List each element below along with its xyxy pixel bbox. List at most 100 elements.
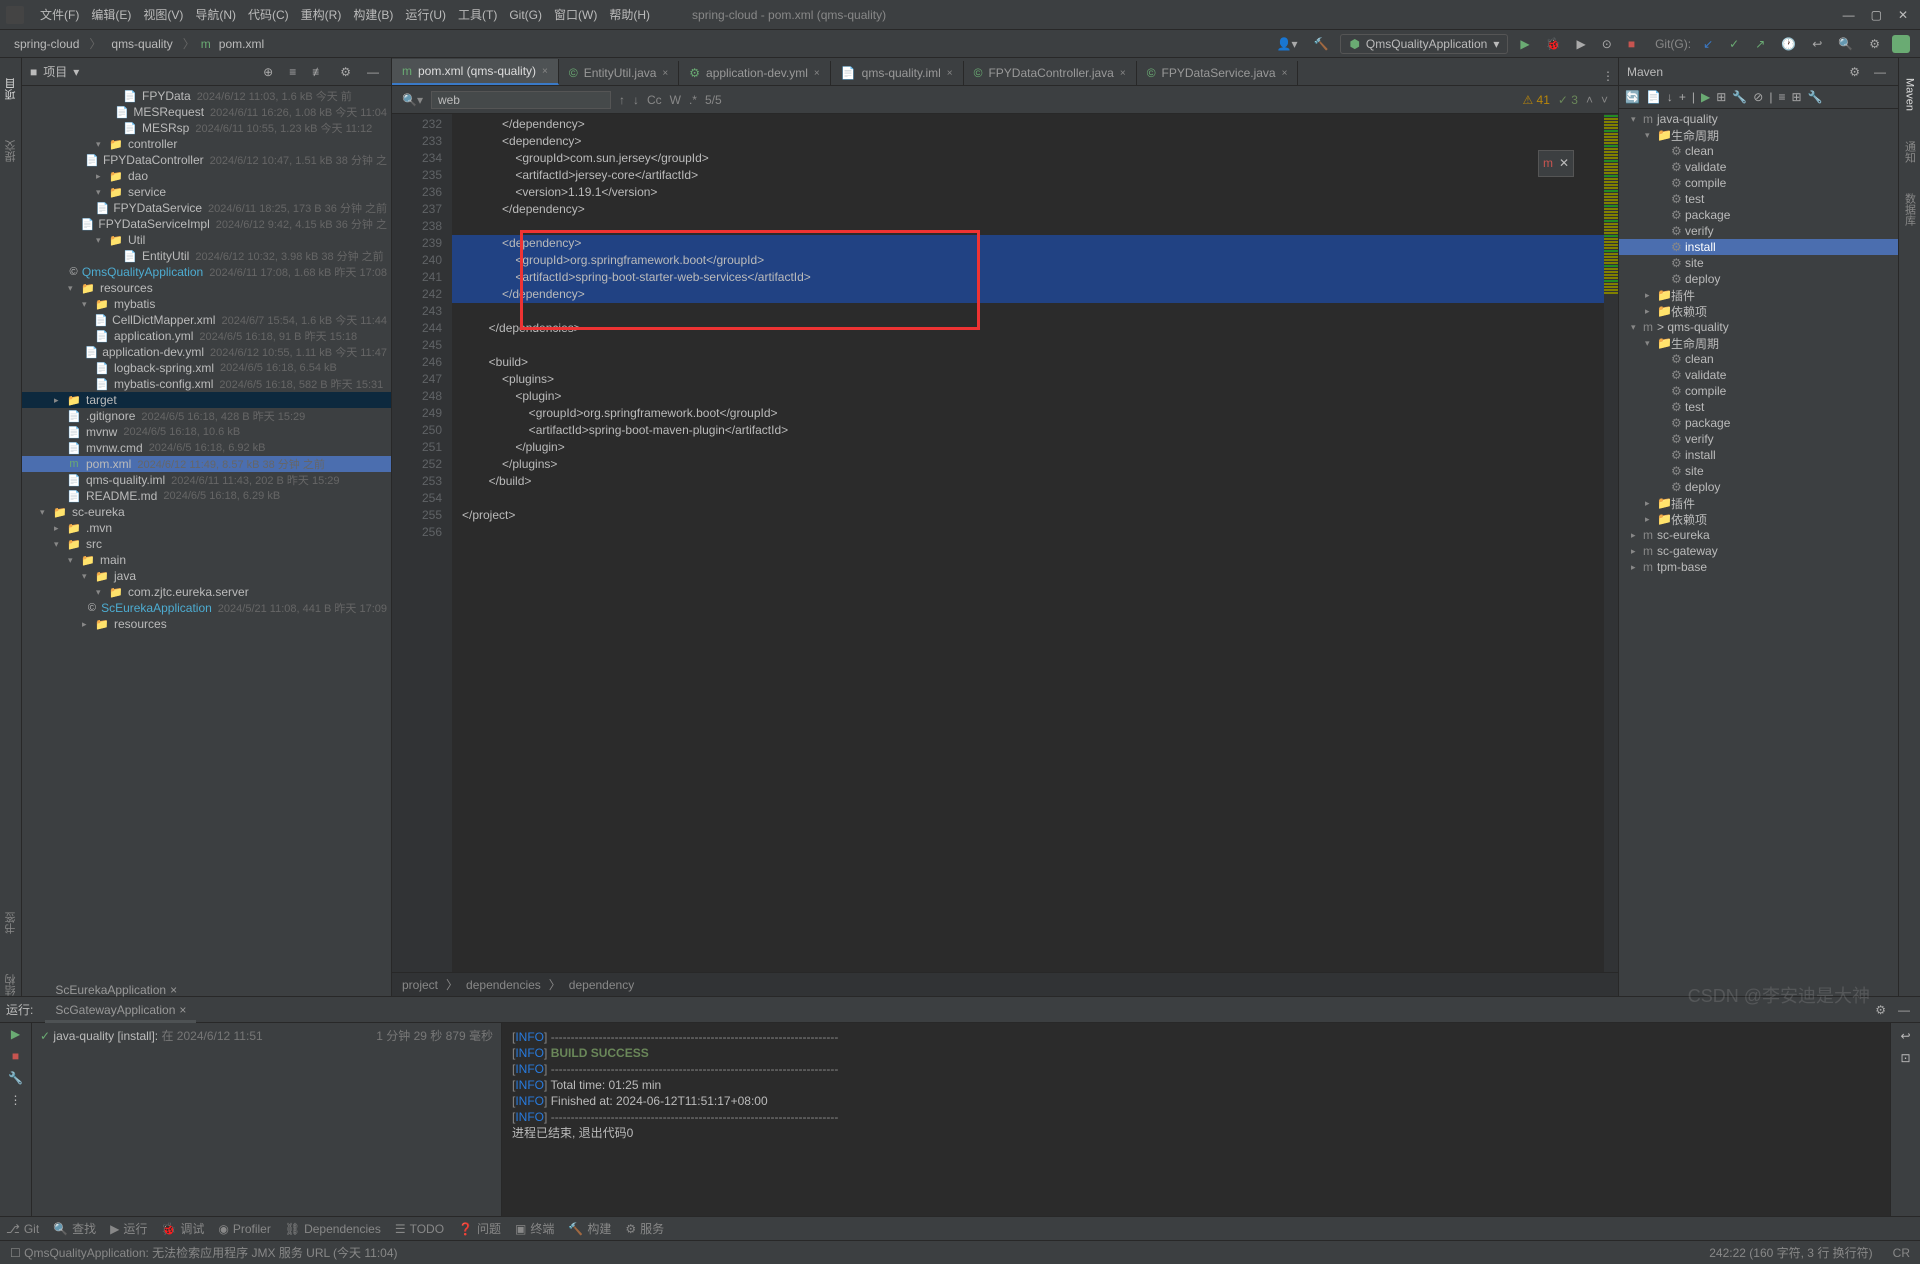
bottom-tool-运行[interactable]: ▶ 运行: [110, 1220, 147, 1237]
git-push-icon[interactable]: ↗: [1751, 35, 1769, 53]
tree-item[interactable]: 📄 FPYData 2024/6/12 11:03, 1.6 kB 今天 前: [22, 88, 391, 104]
tree-item[interactable]: ▾ 📁 resources: [22, 280, 391, 296]
tree-item[interactable]: 📄 mvnw.cmd 2024/6/5 16:18, 6.92 kB: [22, 440, 391, 456]
tree-item[interactable]: 📄 application-dev.yml 2024/6/12 10:55, 1…: [22, 344, 391, 360]
maven-tree[interactable]: ▾ m java-quality ▾ 📁 生命周期 ⚙ clean ⚙ vali…: [1619, 109, 1898, 996]
close-icon[interactable]: ×: [1120, 68, 1126, 79]
bottom-tool-调试[interactable]: 🐞 调试: [161, 1220, 204, 1237]
maven-item[interactable]: ▾ 📁 生命周期: [1619, 335, 1898, 351]
run-icon[interactable]: ▶: [1701, 90, 1710, 104]
menu-item[interactable]: 视图(V): [137, 6, 189, 24]
maven-item[interactable]: ⚙ validate: [1619, 159, 1898, 175]
cursor-position[interactable]: 242:22 (160 字符, 3 行 换行符): [1709, 1244, 1872, 1261]
menu-item[interactable]: 运行(U): [399, 6, 452, 24]
maven-item[interactable]: ▾ m java-quality: [1619, 111, 1898, 127]
maven-item[interactable]: ⚙ clean: [1619, 351, 1898, 367]
maven-item[interactable]: ⚙ deploy: [1619, 479, 1898, 495]
maximize-icon[interactable]: ▢: [1865, 6, 1888, 24]
menu-item[interactable]: 工具(T): [452, 6, 503, 24]
menu-item[interactable]: 文件(F): [34, 6, 85, 24]
tree-item[interactable]: ▾ 📁 mybatis: [22, 296, 391, 312]
close-icon[interactable]: ×: [542, 66, 548, 77]
maven-item[interactable]: ⚙ package: [1619, 415, 1898, 431]
expand-icon[interactable]: ≡: [285, 63, 300, 81]
gear-icon[interactable]: ⚙: [1871, 1001, 1890, 1019]
warning-count[interactable]: ⚠ 41: [1522, 93, 1549, 107]
search-input[interactable]: [431, 91, 611, 109]
close-window-icon[interactable]: ✕: [1892, 6, 1914, 24]
run-tab[interactable]: ScEurekaApplication ×: [45, 980, 196, 1000]
tree-item[interactable]: ▾ 📁 service: [22, 184, 391, 200]
minimap[interactable]: [1604, 114, 1618, 972]
close-icon[interactable]: ×: [1282, 68, 1288, 79]
more-icon[interactable]: ⋮: [10, 1093, 22, 1107]
maven-item[interactable]: ⚙ verify: [1619, 223, 1898, 239]
hammer-icon[interactable]: 🔨: [1309, 35, 1332, 53]
hide-icon[interactable]: —: [1894, 1001, 1914, 1019]
run-icon[interactable]: ▶: [1516, 35, 1533, 53]
scroll-up-icon[interactable]: ˄: [1586, 93, 1593, 107]
maven-item[interactable]: ▸ 📁 依赖项: [1619, 303, 1898, 319]
tree-item[interactable]: 📄 mybatis-config.xml 2024/6/5 16:18, 582…: [22, 376, 391, 392]
run-config-selector[interactable]: ⬢ QmsQualityApplication ▾: [1340, 34, 1508, 54]
show-icon[interactable]: ⊞: [1792, 90, 1802, 104]
git-history-icon[interactable]: 🕐: [1777, 35, 1800, 53]
run-tab[interactable]: ScGatewayApplication ×: [45, 1000, 196, 1020]
maven-item[interactable]: ▾ m > qms-quality: [1619, 319, 1898, 335]
collapse-icon[interactable]: ≢: [308, 63, 328, 81]
rerun-icon[interactable]: ▶: [11, 1027, 20, 1041]
menu-item[interactable]: 重构(R): [295, 6, 348, 24]
editor-tab[interactable]: mpom.xml (qms-quality) ×: [392, 59, 559, 85]
bottom-tool-Profiler[interactable]: ◉ Profiler: [218, 1222, 271, 1236]
maven-item[interactable]: ⚙ test: [1619, 191, 1898, 207]
menu-item[interactable]: 导航(N): [189, 6, 242, 24]
settings-icon[interactable]: ⚙: [1865, 35, 1884, 53]
maven-item[interactable]: ⚙ validate: [1619, 367, 1898, 383]
ok-count[interactable]: ✓ 3: [1558, 93, 1578, 107]
menu-item[interactable]: 构建(B): [347, 6, 399, 24]
stripe-maven[interactable]: Maven: [1904, 78, 1916, 111]
maven-item[interactable]: ⚙ compile: [1619, 383, 1898, 399]
tree-item[interactable]: ▾ 📁 java: [22, 568, 391, 584]
project-tree[interactable]: 📄 FPYData 2024/6/12 11:03, 1.6 kB 今天 前 📄…: [22, 86, 391, 996]
maven-item[interactable]: ▸ 📁 插件: [1619, 495, 1898, 511]
download-icon[interactable]: ↓: [1667, 90, 1673, 104]
git-commit-icon[interactable]: ✓: [1725, 35, 1743, 53]
maven-item[interactable]: ▸ 📁 插件: [1619, 287, 1898, 303]
tree-item[interactable]: 📄 MESRequest 2024/6/11 16:26, 1.08 kB 今天…: [22, 104, 391, 120]
close-icon[interactable]: ×: [947, 68, 953, 79]
add-icon[interactable]: +: [1679, 90, 1686, 104]
bottom-tool-查找[interactable]: 🔍 查找: [53, 1220, 96, 1237]
maven-icon[interactable]: m: [1543, 155, 1553, 172]
tree-item[interactable]: ▾ 📁 main: [22, 552, 391, 568]
editor-tab[interactable]: ⚙application-dev.yml ×: [679, 61, 830, 85]
tree-item[interactable]: 📄 FPYDataServiceImpl 2024/6/12 9:42, 4.1…: [22, 216, 391, 232]
locate-icon[interactable]: ⊕: [259, 63, 277, 81]
bottom-tool-终端[interactable]: ▣ 终端: [515, 1220, 554, 1237]
maven-item[interactable]: ⚙ verify: [1619, 431, 1898, 447]
editor-tab[interactable]: ©FPYDataService.java ×: [1137, 61, 1299, 85]
bottom-tool-Git[interactable]: ⎇ Git: [6, 1222, 39, 1236]
stripe-database[interactable]: 数据库: [1902, 193, 1918, 226]
close-icon[interactable]: ✕: [1559, 155, 1569, 172]
tree-item[interactable]: 📄 README.md 2024/6/5 16:18, 6.29 kB: [22, 488, 391, 504]
tree-item[interactable]: ▸ 📁 dao: [22, 168, 391, 184]
debug-icon[interactable]: 🐞: [1542, 35, 1565, 53]
tree-item[interactable]: 📄 .gitignore 2024/6/5 16:18, 428 B 昨天 15…: [22, 408, 391, 424]
maven-item[interactable]: ⚙ site: [1619, 255, 1898, 271]
tree-item[interactable]: 📄 mvnw 2024/6/5 16:18, 10.6 kB: [22, 424, 391, 440]
chevron-down-icon[interactable]: ▾: [73, 65, 79, 79]
user-icon[interactable]: 👤▾: [1273, 35, 1302, 53]
menu-item[interactable]: 窗口(W): [548, 6, 603, 24]
scroll-down-icon[interactable]: ˅: [1601, 93, 1608, 107]
stop-icon[interactable]: ■: [12, 1049, 19, 1063]
soft-wrap-icon[interactable]: ↩: [1900, 1029, 1910, 1043]
hide-icon[interactable]: —: [363, 63, 383, 81]
close-icon[interactable]: ×: [814, 68, 820, 79]
profile-icon[interactable]: ⊙: [1598, 35, 1616, 53]
tree-item[interactable]: ▾ 📁 sc-eureka: [22, 504, 391, 520]
close-icon[interactable]: ×: [170, 983, 177, 997]
bottom-tool-TODO[interactable]: ☰ TODO: [395, 1222, 444, 1236]
menu-item[interactable]: 编辑(E): [85, 6, 137, 24]
next-match-icon[interactable]: ↓: [633, 93, 639, 107]
